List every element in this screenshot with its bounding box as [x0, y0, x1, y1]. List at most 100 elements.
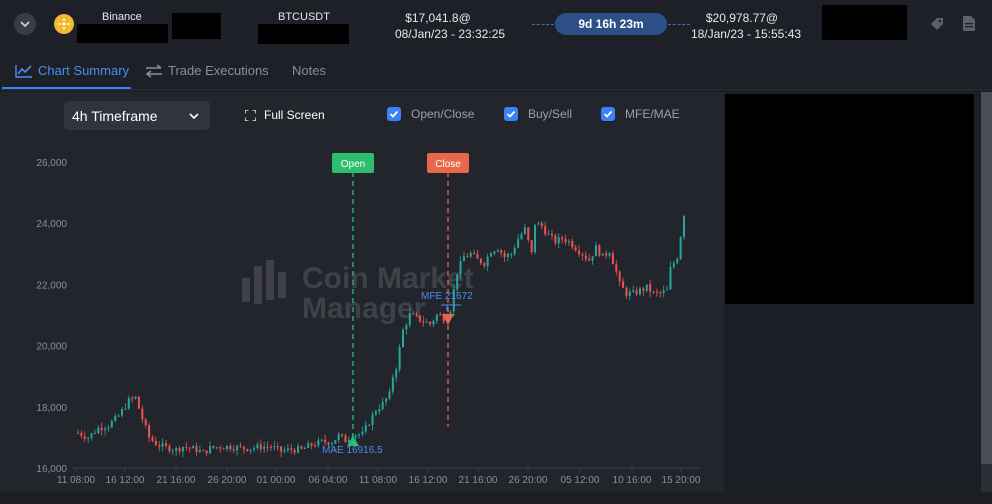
candle-body: [154, 440, 157, 446]
candle-body: [104, 428, 107, 431]
candle-body: [334, 440, 337, 444]
candle-body: [324, 439, 327, 443]
x-tick-label: 05 12:00: [561, 475, 600, 486]
candle-body: [486, 256, 489, 266]
candle-body: [121, 409, 124, 416]
candle-body: [500, 250, 503, 253]
exchange-name: Binance: [102, 11, 142, 23]
candle-body: [259, 444, 262, 450]
candle-body: [605, 253, 608, 256]
candle-body: [273, 446, 276, 448]
candle-body: [672, 263, 675, 268]
candle-body: [655, 291, 658, 293]
x-tick-label: 11 08:00: [359, 475, 398, 486]
binance-logo-icon: [54, 14, 74, 34]
redacted-label: [172, 13, 221, 39]
candle-body: [354, 435, 357, 438]
candle-body: [523, 227, 526, 234]
candle-body: [310, 443, 313, 446]
scrollbar-track: [981, 464, 992, 492]
candle-body: [151, 437, 154, 441]
candle-body: [412, 313, 415, 315]
candle-body: [473, 252, 476, 254]
candle-body: [611, 253, 614, 265]
price-chart[interactable]: Coin Market Manager 26,00024,00022,00020…: [0, 92, 724, 492]
candle-body: [571, 240, 574, 248]
candle-body: [168, 445, 171, 452]
candle-body: [513, 247, 516, 255]
candle-body: [540, 223, 543, 227]
candle-body: [175, 448, 178, 451]
candle-body: [435, 314, 438, 321]
vertical-scrollbar[interactable]: [981, 92, 992, 464]
candle-body: [594, 245, 597, 257]
candle-body: [256, 444, 259, 449]
candle-body: [303, 447, 306, 449]
tab-trade-executions[interactable]: Trade Executions: [145, 63, 269, 78]
tab-chart-summary[interactable]: Chart Summary: [15, 63, 129, 78]
candle-body: [649, 284, 652, 292]
candle-body: [253, 448, 256, 450]
y-tick-label: 24,000: [36, 219, 67, 230]
candle-body: [378, 409, 381, 412]
document-icon[interactable]: [963, 16, 975, 31]
candle-body: [466, 256, 469, 258]
candle-body: [506, 254, 509, 258]
tab-label: Notes: [292, 63, 326, 78]
candle-body: [158, 445, 161, 447]
candle-body: [584, 255, 587, 259]
redacted-symbol-info: [258, 24, 349, 44]
x-tick-label: 10 16:00: [613, 475, 652, 486]
candle-body: [462, 256, 465, 262]
candle-body: [127, 398, 130, 409]
candle-body: [622, 281, 625, 288]
candle-body: [185, 446, 188, 448]
candle-body: [337, 434, 340, 441]
candle-body: [117, 415, 120, 417]
candle-body: [236, 445, 239, 451]
candle-body: [459, 261, 462, 275]
candle-body: [320, 439, 323, 441]
candle-body: [307, 443, 310, 448]
x-tick-label: 15 20:00: [662, 475, 701, 486]
collapse-button[interactable]: [14, 13, 36, 35]
trade-header: Binance BTCUSDT $17,041.8@ 08/Jan/23 - 2…: [0, 0, 992, 53]
candle-body: [374, 411, 377, 415]
duration-badge: 9d 16h 23m: [555, 13, 667, 35]
candle-body: [100, 427, 103, 431]
candle-body: [408, 313, 411, 326]
candle-body: [666, 289, 669, 291]
candle-body: [293, 450, 296, 453]
candle-body: [263, 446, 266, 450]
candle-body: [618, 271, 621, 282]
candle-body: [178, 448, 181, 452]
candle-body: [483, 263, 486, 266]
candle-body: [635, 290, 638, 295]
horizontal-scrollbar[interactable]: [0, 492, 992, 504]
candle-body: [131, 398, 134, 400]
x-tick-label: 06 04:00: [309, 475, 348, 486]
candle-body: [300, 446, 303, 449]
candle-body: [90, 433, 93, 439]
tab-notes[interactable]: Notes: [292, 63, 326, 78]
tab-bar: Chart Summary Trade Executions Notes: [0, 53, 992, 90]
candle-body: [97, 427, 100, 434]
candle-body: [161, 443, 164, 447]
candle-body: [364, 425, 367, 432]
x-tick-label: 01 00:00: [257, 475, 296, 486]
candle-body: [165, 443, 168, 446]
candle-body: [290, 448, 293, 451]
active-tab-indicator: [2, 87, 131, 89]
chevron-down-icon: [20, 21, 30, 28]
candle-body: [520, 233, 523, 239]
candle-body: [93, 433, 96, 435]
candle-body: [628, 291, 631, 297]
tag-icon[interactable]: [930, 17, 944, 31]
candle-body: [242, 446, 245, 450]
candle-body: [124, 408, 127, 410]
line-chart-icon: [15, 64, 32, 78]
candle-body: [269, 446, 272, 448]
candle-body: [181, 446, 184, 452]
candle-body: [405, 325, 408, 330]
candle-body: [148, 425, 151, 438]
